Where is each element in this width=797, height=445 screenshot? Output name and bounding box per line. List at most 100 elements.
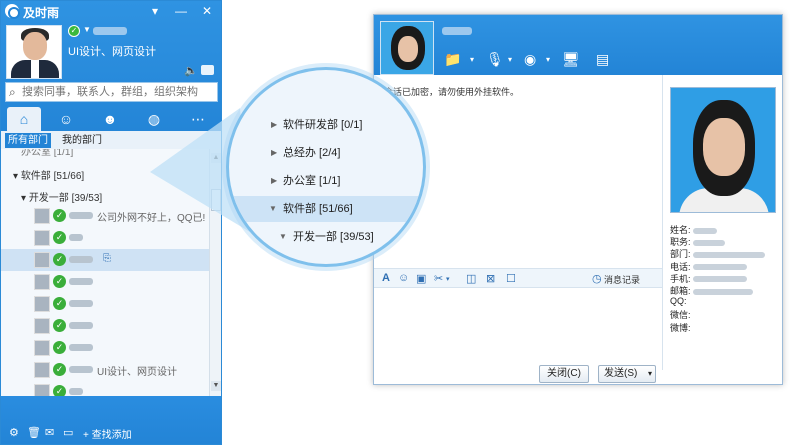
mag-tree-row-selected[interactable]: ▼ 软件部 [51/66] xyxy=(229,196,423,222)
quick-reply-icon[interactable]: ☐ xyxy=(506,272,516,285)
encryption-notice: 会话已加密，请勿使用外挂软件。 xyxy=(384,87,520,97)
mag-tree-row[interactable]: ▼ 开发一部 [39/53] xyxy=(229,224,423,250)
gear-icon[interactable]: ⚙ xyxy=(9,426,19,439)
close-chat-button[interactable]: 关闭(C) xyxy=(539,365,589,383)
magnifier-lens: ▶ 软件研发部 [0/1] ▶ 总经办 [2/4] ▶ 办公室 [1/1] ▼ … xyxy=(226,67,426,267)
contact-name-blurred xyxy=(69,322,93,329)
snapshot-icon[interactable]: ⊠ xyxy=(486,272,495,285)
search-box[interactable]: ⌕ xyxy=(5,82,218,102)
chat-peer-avatar[interactable] xyxy=(380,21,434,75)
info-row-mobile: 手机: xyxy=(670,272,780,284)
avatar xyxy=(34,340,50,356)
trash-icon[interactable]: 🗑 xyxy=(27,426,41,439)
voice-dropdown-icon[interactable]: ▾ xyxy=(508,55,512,64)
emoji-icon[interactable]: ☺ xyxy=(398,272,409,284)
contact-row[interactable]: ✓ xyxy=(1,337,209,359)
field-label: QQ: xyxy=(670,296,687,307)
contact-signature: UI设计、网页设计 xyxy=(97,367,177,378)
tree-row-partial[interactable]: 办公室 [1/1] xyxy=(21,149,73,158)
contact-row[interactable]: ✓ xyxy=(1,227,209,249)
folder-icon[interactable]: ▭ xyxy=(63,426,73,439)
globe-icon[interactable]: ◍ xyxy=(137,107,171,131)
search-input[interactable] xyxy=(22,85,212,99)
online-status-icon: ✓ xyxy=(53,297,66,310)
avatar xyxy=(34,318,50,334)
remote-desktop-icon[interactable]: 🖥 xyxy=(562,51,580,68)
chat-icon[interactable]: ⋯ xyxy=(181,107,215,131)
send-file-icon[interactable]: 📁 xyxy=(444,51,461,68)
chat-window: 📁 ▾ 🎙 ▾ ◉ ▾ 🖥 ▤ 会话已加密，请勿使用外挂软件。 A ☺ ▣ ✂ … xyxy=(373,14,783,385)
contact-row[interactable]: ✓ xyxy=(1,315,209,337)
tree-scrollbar[interactable]: ▲ ▼ xyxy=(209,149,221,396)
tab-all-departments[interactable]: 所有部门 xyxy=(5,133,51,148)
avatar xyxy=(34,296,50,312)
transfer-file-icon[interactable]: ⎘ xyxy=(103,253,111,264)
tab-my-department[interactable]: 我的部门 xyxy=(59,133,105,148)
mag-tree-row[interactable]: ▶ 总经办 [2/4] xyxy=(229,140,423,166)
close-button[interactable]: ✕ xyxy=(199,3,215,19)
history-button[interactable]: 消息记录 xyxy=(604,273,640,286)
online-status-icon[interactable]: ✓ xyxy=(68,25,80,37)
info-row-title: 职务: xyxy=(670,235,780,247)
info-row-phone: 电话: xyxy=(670,260,780,272)
image-icon[interactable]: ▣ xyxy=(416,272,426,285)
avatar xyxy=(34,274,50,290)
format-toolbar: A ☺ ▣ ✂ ▾ ◫ ⊠ ☐ ◷ 消息记录 xyxy=(374,268,662,288)
send-dropdown-icon[interactable]: ▾ xyxy=(648,366,652,382)
contact-row[interactable]: ✓ UI设计、网页设计 xyxy=(1,359,209,381)
expand-down-icon: ▼ xyxy=(269,204,277,213)
add-find-button[interactable]: + 查找添加 xyxy=(83,426,132,441)
tree-subdept-label: 开发一部 [39/53] xyxy=(28,193,103,204)
mag-tree-row[interactable]: ▶ 办公室 [1/1] xyxy=(229,168,423,194)
my-signature[interactable]: UI设计、网页设计 xyxy=(68,43,156,59)
scroll-up-icon[interactable]: ▲ xyxy=(211,153,221,163)
tree-dept-label: 软件部 [51/66] xyxy=(20,171,85,182)
contact-signature: 公司外网不好上，QQ已! xyxy=(97,213,206,224)
status-dropdown-icon[interactable]: ▼ xyxy=(83,25,91,34)
online-status-icon: ✓ xyxy=(53,319,66,332)
broadcast-icon[interactable]: ▤ xyxy=(596,51,609,68)
minimize-button[interactable]: — xyxy=(173,3,189,19)
field-label: 邮箱: xyxy=(670,285,691,296)
mag-row-label: 办公室 [1/1] xyxy=(283,175,341,187)
microphone-icon[interactable]: 🎙 xyxy=(486,51,504,68)
skin-menu-button[interactable]: ▾ xyxy=(147,3,163,19)
contact-row[interactable]: ✓ xyxy=(1,381,209,396)
mag-row-label: 软件部 [51/66] xyxy=(283,203,353,215)
scroll-down-icon[interactable]: ▼ xyxy=(211,381,221,391)
contacts-icon[interactable]: ☻ xyxy=(93,107,127,131)
contact-row-selected[interactable]: ✓ ⎘ xyxy=(1,249,209,271)
expand-right-icon: ▶ xyxy=(271,176,278,185)
message-input[interactable] xyxy=(374,288,662,362)
contact-row[interactable]: ✓ 公司外网不好上，QQ已! xyxy=(1,205,209,227)
contact-name-blurred xyxy=(69,256,93,263)
contact-row[interactable]: ✓ xyxy=(1,293,209,315)
screenshot-icon[interactable]: ✂ xyxy=(434,272,443,285)
user-icon[interactable]: ☺ xyxy=(49,107,83,131)
keyboard-icon[interactable] xyxy=(201,65,214,75)
history-icon[interactable]: ◷ xyxy=(592,272,602,285)
info-row-qq: QQ: xyxy=(670,296,780,308)
webcam-icon[interactable]: ◉ xyxy=(524,51,536,68)
info-row-weibo: 微博: xyxy=(670,321,780,333)
contact-row[interactable]: ✓ xyxy=(1,271,209,293)
scroll-thumb[interactable] xyxy=(211,189,221,211)
my-avatar[interactable] xyxy=(6,25,62,79)
tree-dept-row[interactable]: ▾ 软件部 [51/66] xyxy=(13,167,84,182)
font-icon[interactable]: A xyxy=(382,272,390,284)
mag-tree-row[interactable]: ▶ 软件研发部 [0/1] xyxy=(229,112,423,138)
send-file-dropdown-icon[interactable]: ▾ xyxy=(470,55,474,64)
shake-icon[interactable]: ◫ xyxy=(466,272,476,285)
speaker-icon[interactable]: 🔈 xyxy=(184,64,198,77)
screenshot-dropdown-icon[interactable]: ▾ xyxy=(446,275,450,283)
home-icon[interactable]: ⌂ xyxy=(7,107,41,131)
online-status-icon: ✓ xyxy=(53,363,66,376)
video-dropdown-icon[interactable]: ▾ xyxy=(546,55,550,64)
expand-down-icon: ▼ xyxy=(279,232,287,241)
bottom-toolbar: ⚙ 🗑 ✉ ▭ + 查找添加 xyxy=(1,396,221,444)
send-button[interactable]: 发送(S) ▾ xyxy=(598,365,656,383)
field-label: 电话: xyxy=(670,261,691,272)
message-icon[interactable]: ✉ xyxy=(45,426,54,439)
tree-subdept-row[interactable]: ▾ 开发一部 [39/53] xyxy=(21,189,102,204)
avatar xyxy=(34,362,50,378)
